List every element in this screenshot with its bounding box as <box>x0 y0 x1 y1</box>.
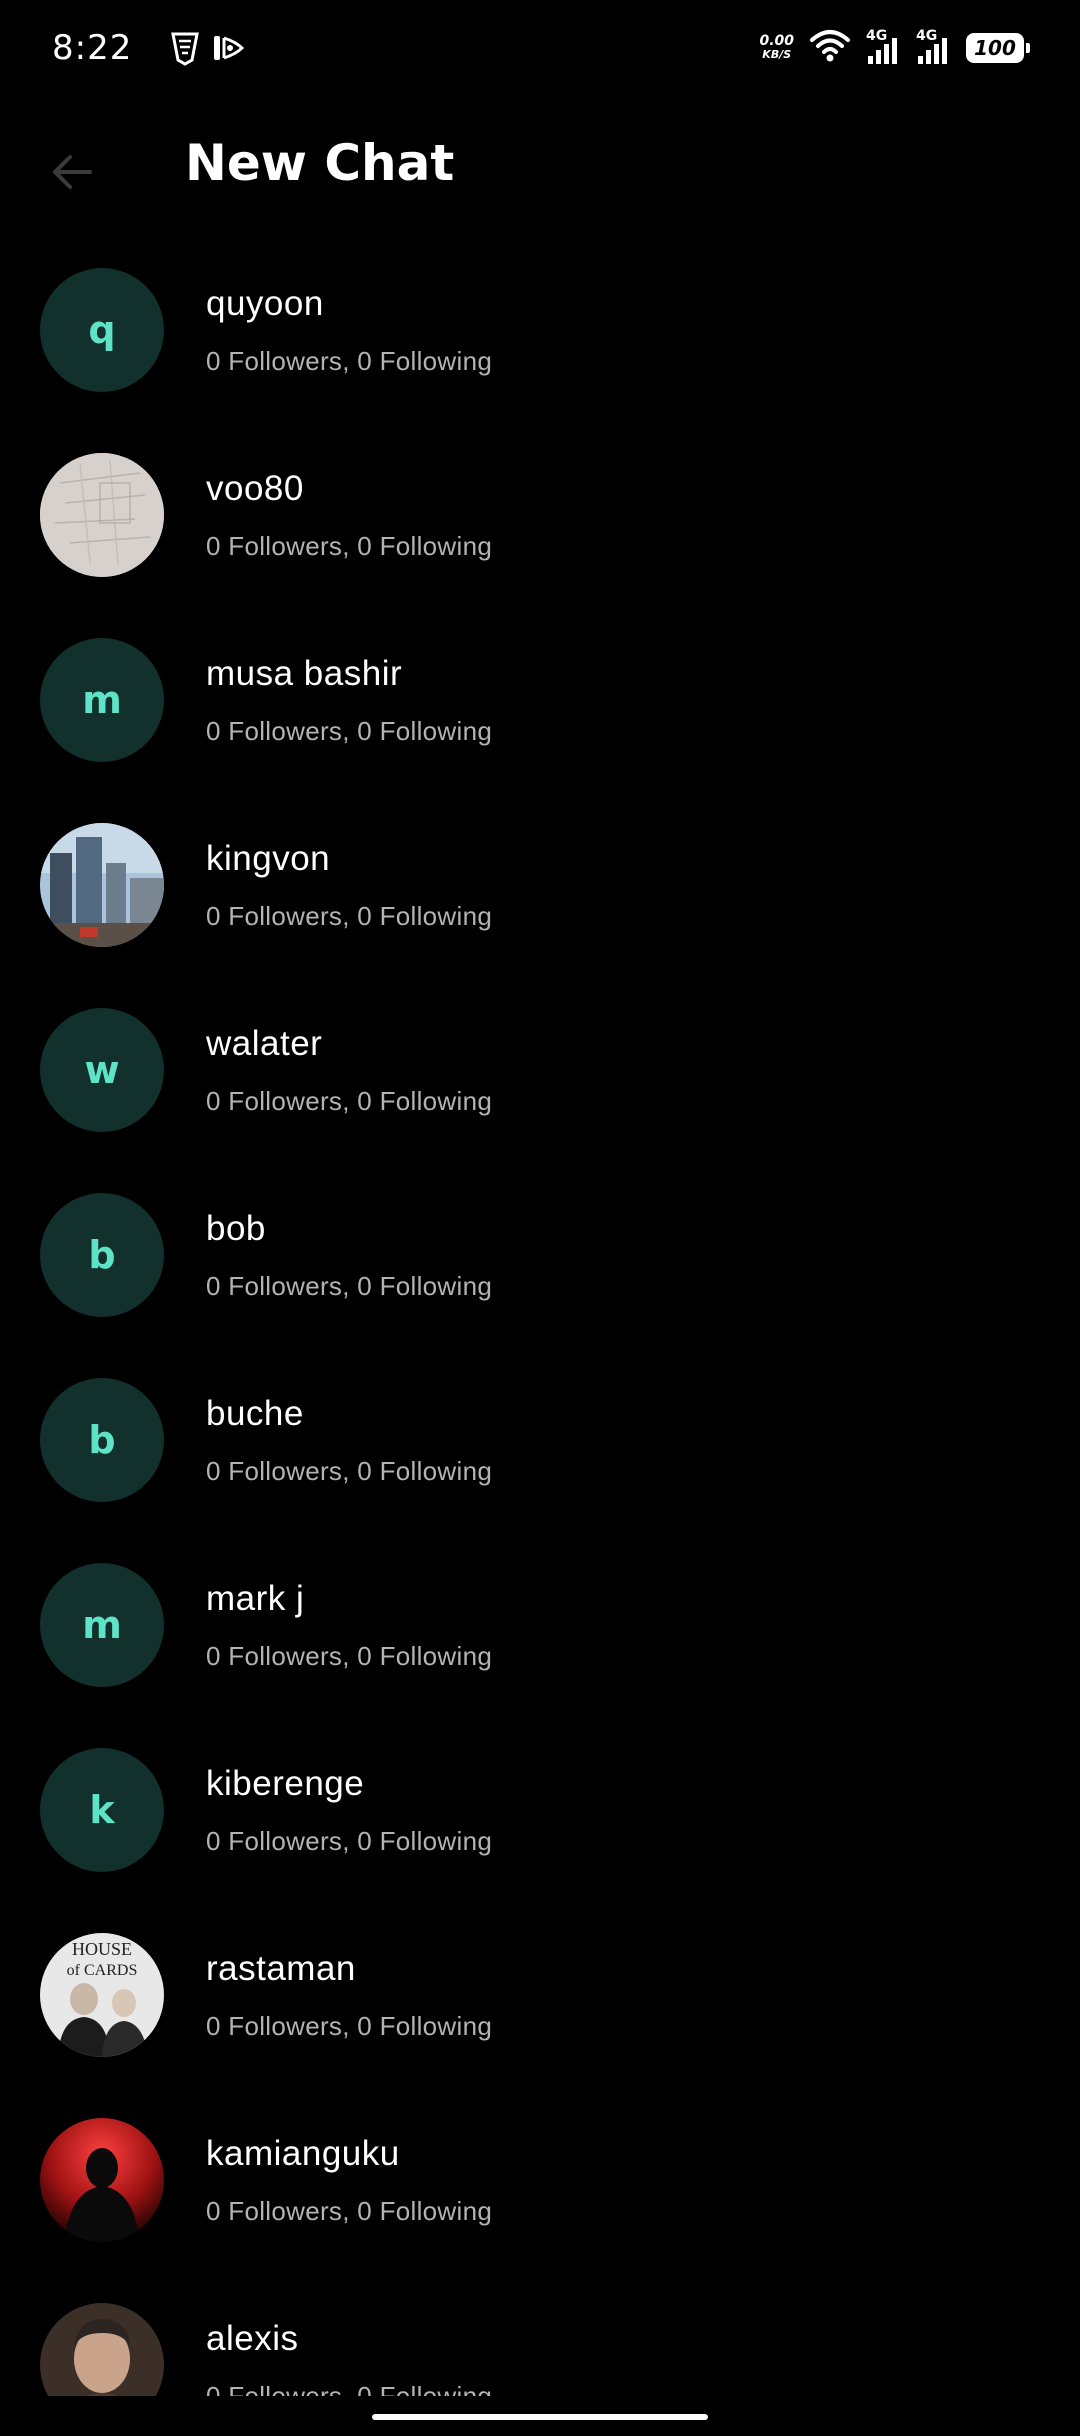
user-name: bob <box>206 1209 266 1248</box>
user-name: quyoon <box>206 284 324 323</box>
user-stats: 0 Followers, 0 Following <box>206 346 493 376</box>
network-speed-value: 0.00 <box>759 32 794 49</box>
user-name: kamianguku <box>206 2134 400 2173</box>
avatar <box>40 2303 164 2396</box>
user-stats: 0 Followers, 0 Following <box>206 901 493 931</box>
user-name: mark j <box>206 1579 305 1618</box>
app-bar: New Chat <box>0 110 1080 220</box>
avatar-photo <box>40 453 164 577</box>
user-list-item[interactable]: m musa bashir 0 Followers, 0 Following <box>0 630 1080 815</box>
user-stats: 0 Followers, 0 Following <box>206 1826 493 1856</box>
user-list[interactable]: q quyoon 0 Followers, 0 Following voo80 … <box>0 260 1080 2396</box>
avatar: w <box>40 1008 164 1132</box>
user-list-item[interactable]: kingvon 0 Followers, 0 Following <box>0 815 1080 1000</box>
avatar-poster-text-1: HOUSE <box>72 1939 132 1959</box>
user-list-item[interactable]: b buche 0 Followers, 0 Following <box>0 1370 1080 1555</box>
avatar <box>40 823 164 947</box>
user-stats: 0 Followers, 0 Following <box>206 716 493 746</box>
status-bar: 8:22 0.00 KB/S 4G 4G 100 <box>0 0 1080 100</box>
user-list-item[interactable]: alexis 0 Followers, 0 Following <box>0 2295 1080 2396</box>
user-name: rastaman <box>206 1949 356 1988</box>
media-icon <box>212 30 246 71</box>
status-right: 0.00 KB/S 4G 4G 100 <box>759 27 1030 67</box>
avatar <box>40 2118 164 2242</box>
cell-signal-1: 4G <box>866 27 900 66</box>
user-list-item[interactable]: kamianguku 0 Followers, 0 Following <box>0 2110 1080 2295</box>
user-name: kiberenge <box>206 1764 365 1803</box>
user-stats: 0 Followers, 0 Following <box>206 531 493 561</box>
user-stats: 0 Followers, 0 Following <box>206 1271 493 1301</box>
cell-signal-1-label: 4G <box>866 27 888 44</box>
user-list-item[interactable]: HOUSE of CARDS rastaman 0 Followers, 0 F… <box>0 1925 1080 2110</box>
avatar: m <box>40 1563 164 1687</box>
user-list-item[interactable]: m mark j 0 Followers, 0 Following <box>0 1555 1080 1740</box>
avatar: b <box>40 1193 164 1317</box>
avatar-photo: HOUSE of CARDS <box>40 1933 164 2057</box>
avatar-photo <box>40 2118 164 2242</box>
network-speed: 0.00 KB/S <box>759 34 794 62</box>
user-stats: 0 Followers, 0 Following <box>206 1086 493 1116</box>
arrow-left-icon <box>53 155 92 189</box>
user-list-item[interactable]: q quyoon 0 Followers, 0 Following <box>0 260 1080 445</box>
cell-signal-2: 4G <box>916 27 950 66</box>
user-name: kingvon <box>206 839 331 878</box>
user-name: buche <box>206 1394 304 1433</box>
avatar: q <box>40 268 164 392</box>
user-list-item[interactable]: k kiberenge 0 Followers, 0 Following <box>0 1740 1080 1925</box>
user-list-item[interactable]: voo80 0 Followers, 0 Following <box>0 445 1080 630</box>
wifi-icon <box>810 28 850 67</box>
user-name: alexis <box>206 2319 299 2358</box>
cell-signal-2-label: 4G <box>916 27 938 44</box>
user-list-item[interactable]: w walater 0 Followers, 0 Following <box>0 1000 1080 1185</box>
user-stats: 0 Followers, 0 Following <box>206 2381 493 2396</box>
user-list-item[interactable]: b bob 0 Followers, 0 Following <box>0 1185 1080 1370</box>
user-stats: 0 Followers, 0 Following <box>206 2011 493 2041</box>
user-name: voo80 <box>206 469 304 508</box>
user-stats: 0 Followers, 0 Following <box>206 2196 493 2226</box>
avatar: k <box>40 1748 164 1872</box>
avatar-photo <box>40 2303 164 2396</box>
page-title: New Chat <box>185 134 455 192</box>
user-stats: 0 Followers, 0 Following <box>206 1641 493 1671</box>
home-indicator[interactable] <box>372 2414 708 2420</box>
user-name: walater <box>206 1024 323 1063</box>
user-name: musa bashir <box>206 654 403 693</box>
status-time: 8:22 <box>52 28 133 68</box>
avatar-photo <box>40 823 164 947</box>
network-speed-unit: KB/S <box>762 47 792 61</box>
battery-indicator: 100 <box>966 32 1030 63</box>
avatar <box>40 453 164 577</box>
user-stats: 0 Followers, 0 Following <box>206 1456 493 1486</box>
avatar: b <box>40 1378 164 1502</box>
avatar-poster-text-2: of CARDS <box>67 1962 138 1979</box>
avatar: HOUSE of CARDS <box>40 1933 164 2057</box>
vpn-shield-icon <box>170 30 200 71</box>
back-button[interactable] <box>40 140 104 204</box>
status-left-icons <box>170 30 246 71</box>
avatar: m <box>40 638 164 762</box>
